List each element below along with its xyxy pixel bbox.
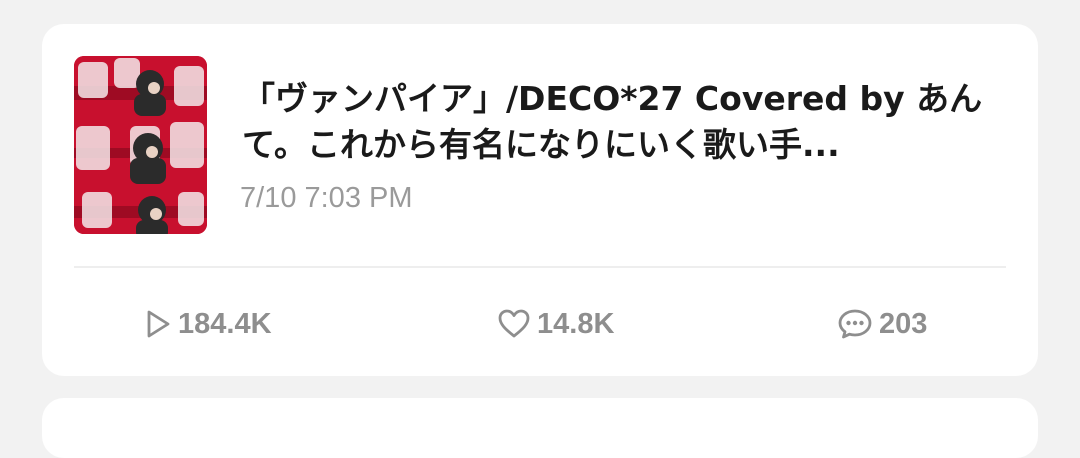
comments-count: 203: [879, 307, 928, 340]
plays-count: 184.4K: [178, 307, 272, 340]
heart-icon[interactable]: [497, 308, 531, 340]
post-title[interactable]: 「ヴァンパイア」/DECO*27 Covered by あんて。これから有名にな…: [242, 76, 1002, 168]
post-date: 7/10 7:03 PM: [240, 182, 413, 214]
comment-icon[interactable]: [837, 307, 873, 341]
play-icon: [144, 308, 172, 340]
likes-stat[interactable]: 14.8K: [497, 302, 614, 346]
thumbnail-artwork: [74, 56, 207, 234]
plays-stat: 184.4K: [144, 302, 272, 346]
post-card[interactable]: 「ヴァンパイア」/DECO*27 Covered by あんて。これから有名にな…: [42, 24, 1038, 376]
likes-count: 14.8K: [537, 307, 615, 340]
next-post-card[interactable]: [42, 398, 1038, 458]
divider: [74, 266, 1006, 268]
comments-stat[interactable]: 203: [837, 302, 927, 346]
video-thumbnail[interactable]: [74, 56, 207, 234]
